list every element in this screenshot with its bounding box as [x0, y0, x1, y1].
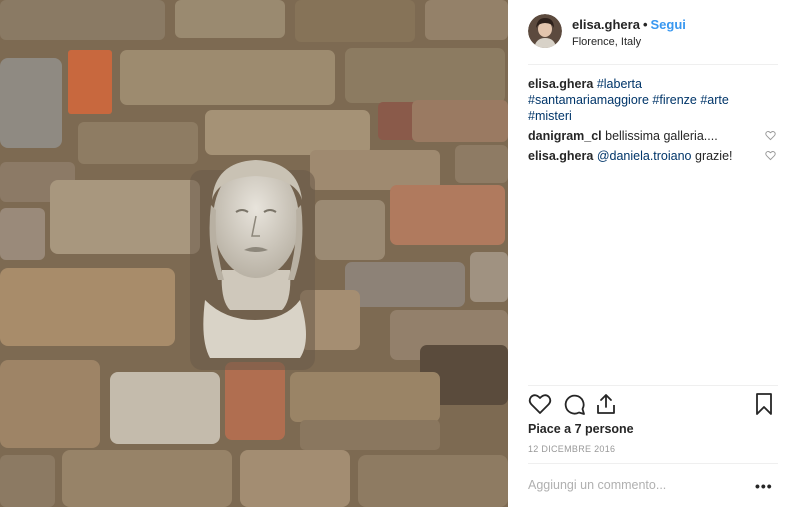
caption-username[interactable]: elisa.ghera	[528, 77, 593, 91]
heart-small-icon[interactable]	[765, 150, 776, 161]
comment-bubble-icon[interactable]	[562, 392, 586, 416]
comment-username[interactable]: elisa.ghera	[528, 149, 593, 163]
post-header: elisa.ghera • Segui Florence, Italy	[528, 14, 778, 50]
divider	[528, 385, 778, 386]
post-photo[interactable]	[0, 0, 508, 507]
comment-text: grazie!	[691, 149, 733, 163]
add-comment-input[interactable]: Aggiungi un commento...	[528, 478, 666, 492]
hashtag-link[interactable]: #laberta	[597, 77, 642, 91]
likes-count[interactable]: Piace a 7 persone	[528, 422, 634, 436]
caption: elisa.ghera #laberta #santamariamaggiore…	[528, 76, 778, 124]
hashtag-link[interactable]: #arte	[700, 93, 729, 107]
stone-wall-bust-image	[0, 0, 508, 507]
comment: elisa.ghera @daniela.troiano grazie!	[528, 148, 778, 164]
bookmark-icon[interactable]	[752, 392, 776, 416]
divider	[528, 463, 778, 464]
more-options-button[interactable]: •••	[755, 478, 773, 494]
author-username[interactable]: elisa.ghera	[572, 17, 640, 32]
heart-icon[interactable]	[528, 392, 552, 416]
hashtag-link[interactable]: #santamariamaggiore	[528, 93, 649, 107]
header-username-row: elisa.ghera • Segui	[572, 17, 686, 32]
hashtag-link[interactable]: #firenze	[652, 93, 696, 107]
share-icon[interactable]	[594, 392, 618, 416]
action-bar	[528, 392, 778, 418]
post-date: 12 DICEMBRE 2016	[528, 444, 616, 454]
separator-dot: •	[642, 17, 648, 32]
hashtag-link[interactable]: #misteri	[528, 109, 572, 123]
comment-text: bellissima galleria....	[605, 129, 718, 143]
comment-username[interactable]: danigram_cl	[528, 129, 602, 143]
comments-list: elisa.ghera #laberta #santamariamaggiore…	[528, 76, 778, 168]
divider	[528, 64, 778, 65]
post-viewer: elisa.ghera • Segui Florence, Italy elisa.…	[0, 0, 791, 507]
heart-small-icon[interactable]	[765, 130, 776, 141]
follow-button[interactable]: Segui	[651, 17, 686, 32]
post-side-panel: elisa.ghera • Segui Florence, Italy elisa.…	[508, 0, 791, 507]
avatar[interactable]	[528, 14, 562, 48]
avatar-image	[528, 14, 562, 48]
mention-link[interactable]: @daniela.troiano	[597, 149, 692, 163]
post-location[interactable]: Florence, Italy	[572, 36, 641, 48]
comment: danigram_cl bellissima galleria....	[528, 128, 778, 144]
